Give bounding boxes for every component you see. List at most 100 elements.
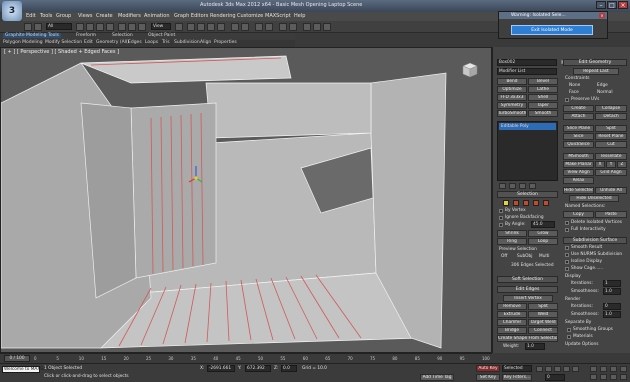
make-unique-icon[interactable] bbox=[519, 183, 526, 189]
layer-manager-icon[interactable] bbox=[255, 23, 263, 31]
weight-spinner[interactable]: 1.0 bbox=[525, 343, 545, 350]
paste-button[interactable]: Paste bbox=[595, 211, 627, 218]
zoom-extents-all-icon[interactable] bbox=[620, 366, 627, 372]
remove-modifier-icon[interactable] bbox=[529, 183, 536, 189]
modifier-lathe-button[interactable]: Lathe bbox=[528, 86, 558, 93]
preserve-uvs-checkbox[interactable] bbox=[565, 98, 569, 102]
percent-snap-icon[interactable] bbox=[207, 23, 215, 31]
hide-selected-button[interactable]: Hide Selected bbox=[563, 187, 594, 194]
make-planar-button[interactable]: Make Planar bbox=[563, 161, 594, 168]
collapse-button[interactable]: Collapse bbox=[595, 105, 627, 112]
pan-view-icon[interactable] bbox=[600, 374, 607, 380]
menu-group[interactable]: Group bbox=[56, 13, 71, 19]
reference-coordinate-dropdown[interactable]: View bbox=[151, 23, 171, 30]
zoom-extents-icon[interactable] bbox=[610, 366, 617, 372]
menu-views[interactable]: Views bbox=[78, 13, 92, 19]
zoom-all-icon[interactable] bbox=[600, 366, 607, 372]
panel-properties[interactable]: Properties bbox=[214, 40, 237, 45]
modifier-bend-button[interactable]: Bend bbox=[497, 78, 527, 85]
field-of-view-icon[interactable] bbox=[590, 374, 597, 380]
angle-snap-icon[interactable] bbox=[197, 23, 205, 31]
curve-editor-icon[interactable] bbox=[279, 23, 287, 31]
constraint-face-radio[interactable]: Face bbox=[569, 90, 579, 95]
go-to-start-icon[interactable] bbox=[536, 366, 543, 372]
detach-button[interactable]: Detach bbox=[595, 113, 627, 120]
connect-button[interactable]: Connect bbox=[528, 327, 558, 334]
slice-button[interactable]: Slice bbox=[563, 133, 594, 140]
remove-button[interactable]: Remove bbox=[497, 303, 527, 310]
close-button[interactable]: × bbox=[618, 1, 628, 9]
constraint-none-radio[interactable]: None bbox=[569, 83, 580, 88]
render-iterations-spinner[interactable]: 0 bbox=[603, 303, 621, 310]
menu-edit[interactable]: Edit bbox=[26, 13, 36, 19]
split-button[interactable]: Split bbox=[528, 303, 558, 310]
modifier-smooth-button[interactable]: Smooth bbox=[528, 110, 558, 117]
dialog-close-icon[interactable]: × bbox=[599, 13, 605, 18]
panel-tris[interactable]: Tris bbox=[162, 40, 170, 45]
modifier-list-dropdown[interactable]: Modifier List bbox=[497, 68, 557, 75]
spinner-snap-icon[interactable] bbox=[217, 23, 225, 31]
stack-item-editable-poly[interactable]: Editable Poly bbox=[499, 123, 556, 130]
orbit-icon[interactable] bbox=[610, 374, 617, 380]
shrink-button[interactable]: Shrink bbox=[497, 230, 527, 237]
edit-geometry-rollout-header[interactable]: Edit Geometry bbox=[563, 59, 627, 66]
by-angle-checkbox[interactable] bbox=[499, 223, 503, 227]
create-button[interactable]: Create bbox=[563, 105, 594, 112]
zoom-icon[interactable] bbox=[590, 366, 597, 372]
modifier-symmetry-button[interactable]: Symmetry bbox=[497, 102, 527, 109]
panel-modify-selection[interactable]: Modify Selection bbox=[45, 40, 82, 45]
time-slider[interactable]: 0 / 100 bbox=[4, 355, 30, 362]
menu-create[interactable]: Create bbox=[96, 13, 113, 19]
panel-edit[interactable]: Edit bbox=[84, 40, 93, 45]
menu-graph-editors[interactable]: Graph Editors bbox=[174, 13, 208, 19]
smooth-result-checkbox[interactable] bbox=[565, 246, 569, 250]
full-interactivity-checkbox[interactable] bbox=[565, 228, 569, 232]
snap-icon[interactable] bbox=[187, 23, 195, 31]
timeline[interactable]: 0 / 100 0 5 10 15 20 25 30 35 40 45 50 55 60 65 70 75 80… bbox=[0, 353, 492, 363]
key-mode-dropdown[interactable]: Selected bbox=[502, 365, 532, 372]
preview-multi-radio[interactable]: Multi bbox=[539, 254, 550, 259]
grid-align-button[interactable]: Grid Align bbox=[595, 169, 627, 176]
render-icon[interactable] bbox=[323, 23, 331, 31]
panel-polygon-modeling[interactable]: Polygon Modeling bbox=[3, 40, 43, 45]
add-time-tag-button[interactable]: Add Time Tag bbox=[420, 374, 454, 381]
materials-checkbox[interactable] bbox=[567, 335, 571, 339]
menu-customize[interactable]: Customize bbox=[237, 13, 263, 19]
polygon-subobject-icon[interactable] bbox=[533, 200, 539, 206]
panel-geometry[interactable]: Geometry (All) bbox=[96, 40, 129, 45]
extrude-button[interactable]: Extrude bbox=[497, 311, 527, 318]
ring-button[interactable]: Ring bbox=[497, 238, 527, 245]
modifier-optimize-button[interactable]: Optimize bbox=[497, 86, 527, 93]
constraint-edge-radio[interactable]: Edge bbox=[597, 83, 608, 88]
render-setup-icon[interactable] bbox=[303, 23, 311, 31]
previous-frame-icon[interactable] bbox=[545, 366, 552, 372]
current-frame-field[interactable]: 0 bbox=[545, 374, 565, 381]
menu-maxscript[interactable]: MAXScript bbox=[265, 13, 291, 19]
relax-button[interactable]: Relax bbox=[563, 177, 594, 184]
key-filters-button[interactable]: Key Filters... bbox=[502, 374, 532, 381]
rendered-frame-icon[interactable] bbox=[313, 23, 321, 31]
tab-graphite-modeling-tools[interactable]: Graphite Modeling Tools bbox=[3, 33, 62, 38]
scale-icon[interactable] bbox=[138, 23, 146, 31]
x-coordinate[interactable]: -2691.661 bbox=[207, 365, 235, 372]
pin-stack-icon[interactable] bbox=[499, 183, 506, 189]
isoline-checkbox[interactable] bbox=[565, 260, 569, 264]
element-subobject-icon[interactable] bbox=[543, 200, 549, 206]
selection-filter-dropdown[interactable]: All bbox=[46, 23, 72, 30]
copy-button[interactable]: Copy bbox=[563, 211, 594, 218]
selection-rollout-header[interactable]: Selection bbox=[497, 191, 558, 198]
go-to-end-icon[interactable] bbox=[572, 366, 579, 372]
menu-help[interactable]: Help bbox=[294, 13, 305, 19]
subdivision-rollout-header[interactable]: Subdivision Surface bbox=[563, 237, 627, 244]
target-weld-button[interactable]: Target Weld bbox=[528, 319, 558, 326]
modifier-shell-button[interactable]: Shell bbox=[528, 94, 558, 101]
panel-align[interactable]: Align bbox=[200, 40, 211, 45]
material-editor-icon[interactable] bbox=[289, 23, 297, 31]
next-frame-icon[interactable] bbox=[563, 366, 570, 372]
msmooth-button[interactable]: MSmooth bbox=[563, 153, 594, 160]
show-cage-checkbox[interactable] bbox=[565, 267, 569, 271]
panel-loops[interactable]: Loops bbox=[145, 40, 158, 45]
panel-subdivision[interactable]: Subdivision bbox=[174, 40, 200, 45]
window-crossing-icon[interactable] bbox=[106, 23, 114, 31]
reset-plane-button[interactable]: Reset Plane bbox=[595, 133, 627, 140]
